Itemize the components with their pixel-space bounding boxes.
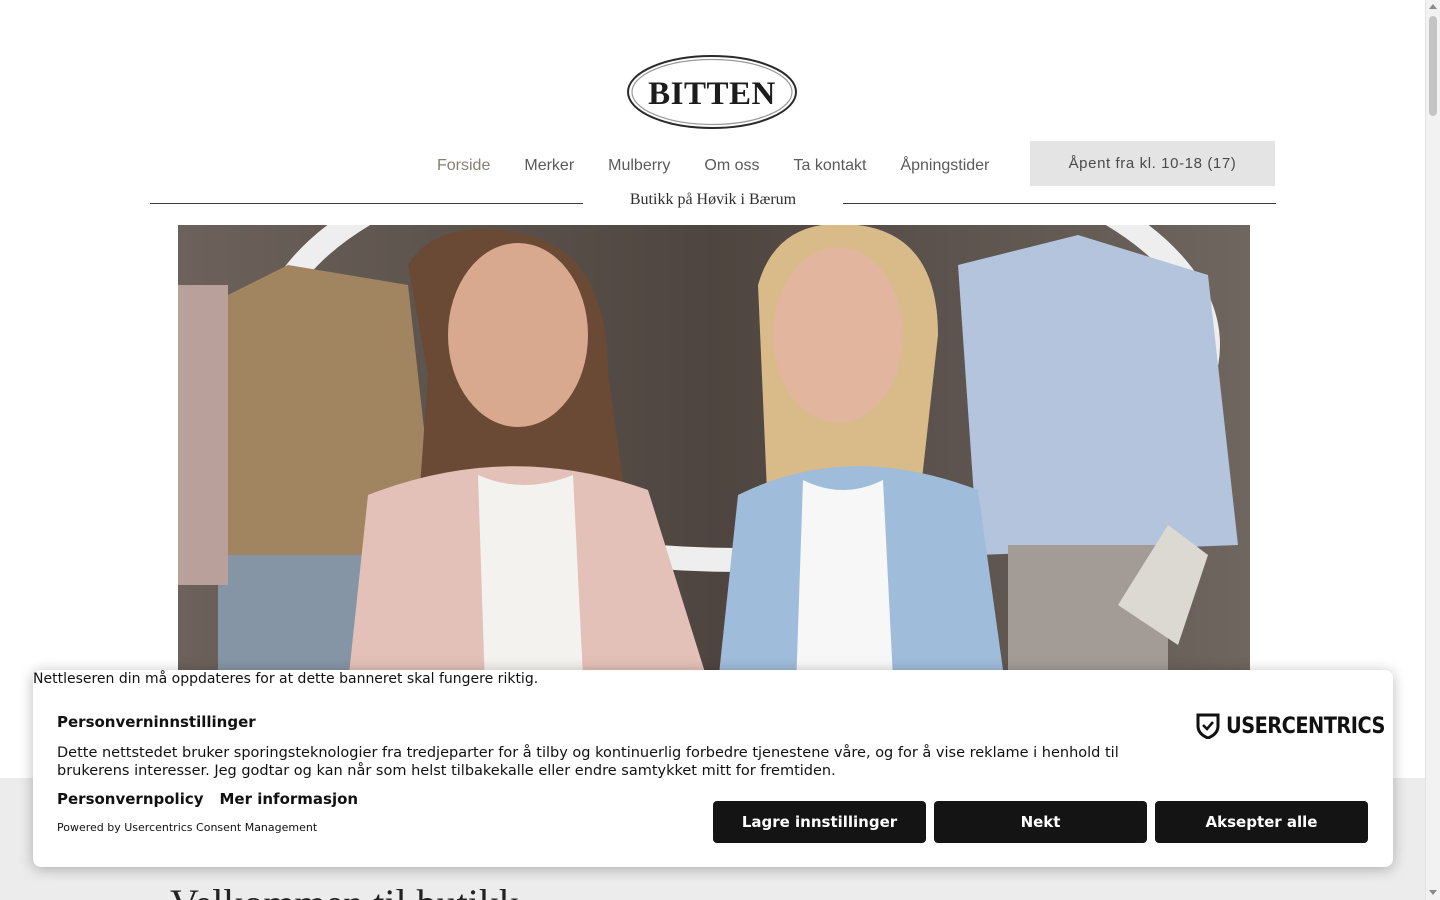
nav-item-apningstider[interactable]: Åpningstider	[900, 157, 989, 175]
consent-links: Personvernpolicy Mer informasjon	[57, 790, 358, 808]
browser-warning: Nettleseren din må oppdateres for at det…	[33, 671, 539, 687]
scroll-thumb[interactable]	[1429, 16, 1437, 116]
triangle-down-icon[interactable]	[1429, 890, 1437, 895]
consent-banner: Personverninnstillinger USERCENTRICS Det…	[33, 670, 1393, 867]
shield-check-icon	[1196, 713, 1220, 739]
usercentrics-label: USERCENTRICS	[1226, 713, 1385, 739]
consent-title: Personverninnstillinger	[57, 713, 256, 731]
triangle-up-icon[interactable]	[1429, 4, 1437, 9]
bitten-logo[interactable]: BITTEN	[626, 54, 798, 130]
nav-item-ta-kontakt[interactable]: Ta kontakt	[794, 157, 867, 175]
welcome-heading: Velkommen til butikk	[170, 880, 519, 900]
powered-by-text: Powered by Usercentrics Consent Manageme…	[57, 821, 318, 834]
header-divider-right	[843, 203, 1276, 204]
consent-body: Dette nettstedet bruker sporingsteknolog…	[57, 745, 1119, 779]
page-scrollbar[interactable]	[1425, 0, 1440, 900]
privacy-policy-link[interactable]: Personvernpolicy	[57, 790, 204, 808]
nav-item-merker[interactable]: Merker	[524, 157, 574, 175]
main-nav: Forside Merker Mulberry Om oss Ta kontak…	[420, 154, 1006, 178]
page: BITTEN Forside Merker Mulberry Om oss Ta…	[0, 0, 1440, 900]
nav-item-forside[interactable]: Forside	[437, 157, 490, 175]
more-info-link[interactable]: Mer informasjon	[220, 790, 359, 808]
opening-hours-button[interactable]: Åpent fra kl. 10-18 (17)	[1030, 141, 1275, 186]
nav-item-mulberry[interactable]: Mulberry	[608, 157, 670, 175]
deny-button[interactable]: Nekt	[934, 801, 1147, 843]
usercentrics-logo: USERCENTRICS	[1196, 713, 1407, 739]
save-settings-button[interactable]: Lagre innstillinger	[713, 801, 926, 843]
logo-text: BITTEN	[648, 76, 776, 112]
header-divider-left	[150, 203, 583, 204]
tagline: Butikk på Høvik i Bærum	[629, 191, 797, 208]
logo-oval-graphic: BITTEN	[627, 55, 797, 129]
nav-item-om-oss[interactable]: Om oss	[704, 157, 759, 175]
accept-all-button[interactable]: Aksepter alle	[1155, 801, 1368, 843]
